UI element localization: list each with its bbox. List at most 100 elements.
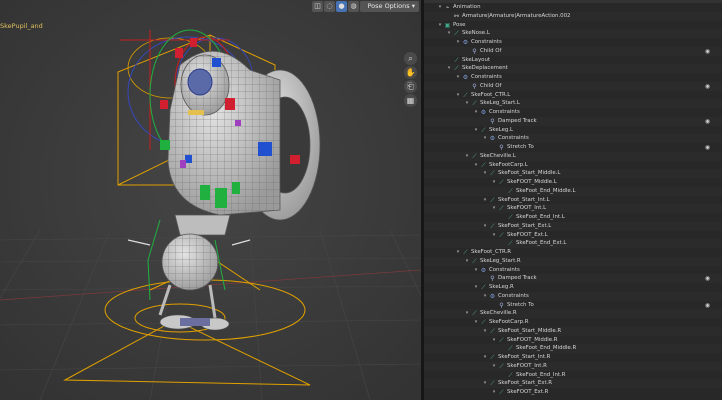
3d-viewport[interactable]: SkePupil_and ◫◌●◍◎ Pose Options ▾ ⌕✋⎗▦	[0, 0, 421, 400]
outliner-row[interactable]: ⚲ Damped Track ◉	[424, 116, 722, 126]
shading-material-button[interactable]: ◍	[348, 1, 359, 12]
expand-arrow-icon[interactable]: ▾	[482, 196, 488, 205]
outliner-row[interactable]: ⚲ Child Of ◉	[424, 46, 722, 56]
expand-arrow-icon[interactable]: ▾	[455, 91, 461, 100]
expand-arrow-icon[interactable]: ▾	[473, 283, 479, 292]
expand-arrow-icon[interactable]: ▾	[491, 388, 497, 397]
expand-arrow-icon[interactable]: ▾	[446, 64, 452, 73]
outliner-row-label: SkeLeg_Start.R	[480, 257, 521, 264]
object-name-label: SkePupil_and	[0, 22, 43, 30]
expand-arrow-icon[interactable]: ▾	[464, 152, 470, 161]
visibility-eye-icon[interactable]: ◉	[703, 117, 712, 126]
expand-arrow-icon[interactable]: ▾	[437, 3, 443, 12]
expand-arrow-icon[interactable]: ▾	[464, 99, 470, 108]
expand-arrow-icon[interactable]: ▾	[455, 73, 461, 82]
expand-arrow-icon[interactable]: ▾	[464, 257, 470, 266]
bone-icon: ⟋	[490, 196, 495, 204]
pose-options-dropdown[interactable]: Pose Options ▾	[363, 1, 419, 12]
shading-wireframe-button[interactable]: ◌	[324, 1, 335, 12]
outliner-row[interactable]: ▾ ⟋ SkeFoot_Start_Int.L	[424, 196, 722, 205]
expand-arrow-icon[interactable]: ▾	[482, 292, 488, 301]
outliner-row[interactable]: ▾ ⚙ Constraints	[424, 38, 722, 47]
outliner-row[interactable]: ⚲ Child Of ◉	[424, 81, 722, 91]
outliner-row[interactable]: ⟋ SkeFoot_End_Int.R	[424, 371, 722, 380]
expand-arrow-icon[interactable]: ▾	[482, 222, 488, 231]
outliner-row[interactable]: ▾ ⟋ SkeCheville.R	[424, 309, 722, 319]
outliner-row[interactable]: ▾ ⟋ SkeFoot_Start_Middle.R	[424, 326, 722, 336]
expand-arrow-icon[interactable]: ▾	[491, 362, 497, 371]
outliner-row[interactable]: ▾ ⟋ SkeDeplacement	[424, 64, 722, 74]
perspective-grid-icon[interactable]: ▦	[404, 94, 417, 107]
zoom-icon[interactable]: ⌕	[404, 52, 417, 65]
outliner-row[interactable]: ⟋ SkeLayout	[424, 56, 722, 65]
hand-pan-icon[interactable]: ✋	[404, 66, 417, 79]
expand-arrow-icon[interactable]: ▾	[437, 21, 443, 30]
outliner-row[interactable]: ⟋ SkeFoot_End_Ext.L	[424, 239, 722, 249]
expand-arrow-icon[interactable]: ▾	[491, 231, 497, 240]
camera-view-icon[interactable]: ⎗	[404, 80, 417, 93]
expand-arrow-icon[interactable]: ▾	[491, 336, 497, 345]
outliner-row[interactable]: ▾ ⟋ SkeLeg.L	[424, 126, 722, 135]
outliner-row[interactable]: ⚯ Armature|Armature|ArmatureAction.002	[424, 11, 722, 21]
outliner-panel[interactable]: ▾ ⌁ Animation ⚯ Armature|Armature|ArmatureAc…	[424, 0, 722, 400]
xray-toggle-button[interactable]: ◫	[312, 1, 323, 12]
expand-arrow-icon[interactable]: ▾	[473, 318, 479, 327]
outliner-row[interactable]: ▾ ⟋ SkeFOOT_Ext.R	[424, 388, 722, 397]
outliner-row[interactable]: ▾ ⟋ SkeFoot_Start_Ext.R	[424, 379, 722, 389]
bone-icon: ⟋	[508, 345, 513, 353]
outliner-row[interactable]: ▾ ⟋ SkeLeg_Start.R	[424, 256, 722, 266]
outliner-row[interactable]: ▾ ⟋ SkeFOOT_Int.L	[424, 204, 722, 214]
outliner-row[interactable]: ⚲ Stretch To ◉	[424, 301, 722, 310]
expand-arrow-icon[interactable]: ▾	[455, 248, 461, 257]
outliner-row[interactable]: ▾ ⟋ SkeFOOT_Ext.L	[424, 231, 722, 240]
outliner-row[interactable]: ▾ ⚙ Constraints	[424, 291, 722, 301]
outliner-row[interactable]: ▾ ⚙ Constraints	[424, 108, 722, 117]
outliner-row[interactable]: ▾ ⟋ SkeCheville.L	[424, 151, 722, 161]
expand-arrow-icon[interactable]: ▾	[446, 29, 452, 38]
shading-solid-button[interactable]: ●	[336, 1, 347, 12]
outliner-row[interactable]: ⟋ SkeFoot_End_Middle.L	[424, 186, 722, 196]
expand-arrow-icon[interactable]: ▾	[482, 353, 488, 362]
outliner-row[interactable]: ▾ ⚙ Constraints	[424, 134, 722, 144]
outliner-row-label: SkeFoot_Start_Int.L	[498, 196, 550, 203]
expand-arrow-icon[interactable]: ▾	[473, 108, 479, 117]
expand-arrow-icon[interactable]: ▾	[491, 178, 497, 187]
outliner-row[interactable]: ▾ ⟋ SkeLeg.R	[424, 283, 722, 292]
expand-arrow-icon[interactable]: ▾	[482, 134, 488, 143]
outliner-row[interactable]: ▾ ⟋ SkeFOOT_Middle.R	[424, 336, 722, 345]
visibility-eye-icon[interactable]: ◉	[703, 301, 712, 310]
expand-arrow-icon[interactable]: ▾	[482, 169, 488, 178]
outliner-row[interactable]: ⟋ SkeFoot_End_Middle.R	[424, 344, 722, 354]
expand-arrow-icon[interactable]: ▾	[464, 309, 470, 318]
visibility-eye-icon[interactable]: ◉	[703, 82, 712, 91]
expand-arrow-icon[interactable]: ▾	[473, 126, 479, 135]
outliner-row[interactable]: ⚲ Damped Track ◉	[424, 274, 722, 284]
expand-arrow-icon[interactable]: ▾	[473, 266, 479, 275]
outliner-row[interactable]: ▾ ⟋ SkeFOOT_Middle.L	[424, 178, 722, 187]
expand-arrow-icon[interactable]: ▾	[473, 161, 479, 170]
outliner-row[interactable]: ⟋ SkeFoot_End_Int.L	[424, 213, 722, 222]
outliner-row[interactable]: ▾ ⟋ SkeFoot_Start_Middle.L	[424, 169, 722, 179]
expand-arrow-icon[interactable]: ▾	[482, 327, 488, 336]
outliner-row[interactable]: ▾ ▣ Pose	[424, 21, 722, 30]
expand-arrow-icon[interactable]: ▾	[491, 204, 497, 213]
outliner-row[interactable]: ▾ ⟋ SkeFoot_CTR.L	[424, 91, 722, 100]
outliner-row[interactable]: ▾ ⟋ SkeFootCarp.R	[424, 318, 722, 327]
visibility-eye-icon[interactable]: ◉	[703, 274, 712, 283]
outliner-row[interactable]: ▾ ⟋ SkeNose.L	[424, 29, 722, 39]
outliner-row[interactable]: ▾ ⟋ SkeFOOT_Int.R	[424, 361, 722, 371]
visibility-eye-icon[interactable]: ◉	[703, 143, 712, 152]
expand-arrow-icon[interactable]: ▾	[455, 38, 461, 47]
outliner-row[interactable]: ▾ ⟋ SkeFoot_Start_Int.R	[424, 353, 722, 362]
outliner-row[interactable]: ⚲ Stretch To ◉	[424, 143, 722, 152]
outliner-row[interactable]: ▾ ⟋ SkeFoot_CTR.R	[424, 248, 722, 257]
outliner-row[interactable]: ▾ ⚙ Constraints	[424, 73, 722, 82]
viewport-scene[interactable]	[0, 0, 421, 400]
outliner-row[interactable]: ▾ ⟋ SkeFootCarp.L	[424, 161, 722, 170]
outliner-row[interactable]: ▾ ⌁ Animation	[424, 3, 722, 12]
outliner-row[interactable]: ▾ ⚙ Constraints	[424, 266, 722, 275]
expand-arrow-icon[interactable]: ▾	[482, 379, 488, 388]
outliner-row[interactable]: ▾ ⟋ SkeLeg_Start.L	[424, 99, 722, 109]
visibility-eye-icon[interactable]: ◉	[703, 47, 712, 56]
outliner-row[interactable]: ▾ ⟋ SkeFoot_Start_Ext.L	[424, 221, 722, 231]
